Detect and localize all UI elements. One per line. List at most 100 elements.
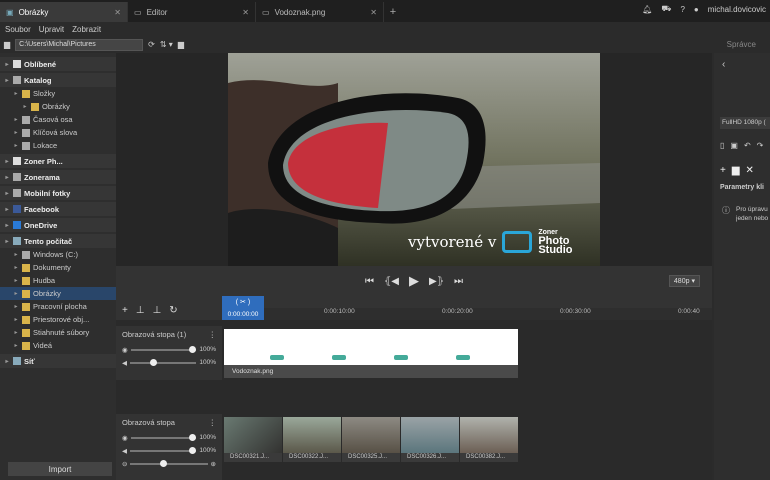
video-clip[interactable]: DSC00326.J... bbox=[401, 417, 459, 462]
expand-arrow-icon[interactable]: ▸ bbox=[13, 90, 19, 97]
tree-item[interactable]: ▸ Facebook bbox=[0, 202, 116, 216]
tree-item[interactable]: ▸ OneDrive bbox=[0, 218, 116, 232]
folder-icon[interactable]: ▆ bbox=[4, 40, 10, 49]
new-folder-icon[interactable]: ▆ bbox=[178, 40, 184, 49]
undo-icon[interactable]: ↶ bbox=[744, 141, 751, 150]
expand-arrow-icon[interactable]: ▸ bbox=[4, 358, 10, 365]
next-frame-icon[interactable]: ▶⦄ bbox=[429, 276, 444, 287]
tab-editor[interactable]: ▭ Editor ✕ bbox=[128, 2, 256, 22]
manager-label[interactable]: Správce bbox=[727, 40, 756, 49]
cart-icon[interactable]: ⛟ bbox=[661, 4, 671, 14]
expand-arrow-icon[interactable]: ▸ bbox=[13, 303, 19, 310]
tree-item[interactable]: ▸ Obrázky bbox=[0, 100, 116, 113]
sort-icon[interactable]: ⇅ ▾ bbox=[160, 40, 173, 49]
expand-arrow-icon[interactable]: ▸ bbox=[4, 174, 10, 181]
back-icon[interactable]: ‹ bbox=[722, 59, 725, 70]
new-tab-button[interactable]: + bbox=[384, 2, 402, 22]
split-icon[interactable]: ⊥ bbox=[136, 305, 145, 316]
tree-item[interactable]: ▸ Dokumenty bbox=[0, 261, 116, 274]
menu-zobrazit[interactable]: Zobrazit bbox=[72, 25, 101, 34]
opacity-slider[interactable]: ◉ 100% bbox=[116, 431, 222, 444]
remove-icon[interactable]: ✕ bbox=[746, 165, 754, 176]
tree-item[interactable]: ▸ Katalog bbox=[0, 73, 116, 87]
preset-select[interactable]: FullHD 1080p ( bbox=[720, 117, 770, 129]
tree-item[interactable]: ▸ Klíčová slova bbox=[0, 126, 116, 139]
tree-item[interactable]: ▸ Složky bbox=[0, 87, 116, 100]
rotate-icon[interactable]: ↻ bbox=[169, 305, 177, 316]
skip-start-icon[interactable]: ⏮ bbox=[365, 276, 374, 287]
tree-item[interactable]: ▸ Zonerama bbox=[0, 170, 116, 184]
prev-frame-icon[interactable]: ⦃◀ bbox=[384, 276, 399, 287]
zoom-out-icon[interactable]: ⊖ bbox=[122, 460, 127, 468]
help-icon[interactable]: ? bbox=[680, 5, 684, 14]
add-icon[interactable]: + bbox=[720, 165, 726, 176]
expand-arrow-icon[interactable]: ▸ bbox=[4, 238, 10, 245]
more-icon[interactable]: ⋮ bbox=[209, 330, 217, 339]
video-clip[interactable]: DSC00382.J... bbox=[460, 417, 518, 462]
user-icon[interactable]: ● bbox=[694, 5, 699, 14]
resolution-select[interactable]: 480p ▾ bbox=[668, 275, 700, 287]
trim-icon[interactable]: ⊥ bbox=[153, 305, 162, 316]
opacity-slider[interactable]: ◉ 100% bbox=[116, 343, 222, 356]
more-icon[interactable]: ⋮ bbox=[209, 418, 217, 427]
tree-item[interactable]: ▸ Stiahnuté súbory bbox=[0, 326, 116, 339]
expand-arrow-icon[interactable]: ▸ bbox=[4, 77, 10, 84]
tree-item[interactable]: ▸ Oblíbené bbox=[0, 57, 116, 71]
import-button[interactable]: Import bbox=[8, 462, 112, 476]
tab-obrazky[interactable]: ▣ Obrázky ✕ bbox=[0, 2, 128, 22]
zoom-slider[interactable]: ⊖ ⊕ bbox=[116, 457, 222, 470]
refresh-icon[interactable]: ⟳ bbox=[148, 40, 155, 49]
path-input[interactable]: C:\Users\Michal\Pictures bbox=[15, 38, 144, 51]
tree-item[interactable]: ▸ Síť bbox=[0, 354, 116, 368]
video-clip[interactable]: DSC00322.J... bbox=[283, 417, 341, 462]
tree-item[interactable]: ▸ Časová osa bbox=[0, 113, 116, 126]
expand-arrow-icon[interactable]: ▸ bbox=[13, 129, 19, 136]
menu-soubor[interactable]: Soubor bbox=[5, 25, 31, 34]
video-clip[interactable]: DSC00325.J... bbox=[342, 417, 400, 462]
scissors-icon[interactable]: ( ✂ ) bbox=[236, 298, 250, 306]
expand-arrow-icon[interactable]: ▸ bbox=[13, 329, 19, 336]
expand-arrow-icon[interactable]: ▸ bbox=[22, 103, 28, 110]
expand-arrow-icon[interactable]: ▸ bbox=[13, 251, 19, 258]
zoom-in-icon[interactable]: ⊕ bbox=[211, 460, 216, 468]
volume-slider[interactable]: ◀ 100% bbox=[116, 356, 222, 369]
menu-upravit[interactable]: Upravit bbox=[39, 25, 64, 34]
expand-arrow-icon[interactable]: ▸ bbox=[13, 316, 19, 323]
video-clip[interactable]: DSC00321.J... bbox=[224, 417, 282, 462]
watermark-clip[interactable] bbox=[224, 329, 518, 365]
expand-arrow-icon[interactable]: ▸ bbox=[4, 158, 10, 165]
tab-vodoznak[interactable]: ▭ Vodoznak.png ✕ bbox=[256, 2, 384, 22]
tree-item[interactable]: ▸ Zoner Ph... bbox=[0, 154, 116, 168]
volume-slider[interactable]: ◀ 100% bbox=[116, 444, 222, 457]
expand-arrow-icon[interactable]: ▸ bbox=[4, 61, 10, 68]
tree-item[interactable]: ▸ Obrázky bbox=[0, 287, 116, 300]
redo-icon[interactable]: ↷ bbox=[757, 141, 764, 150]
tree-item[interactable]: ▸ Pracovní plocha bbox=[0, 300, 116, 313]
expand-arrow-icon[interactable]: ▸ bbox=[4, 222, 10, 229]
user-name[interactable]: michal.dovicovic bbox=[708, 5, 766, 14]
expand-arrow-icon[interactable]: ▸ bbox=[13, 342, 19, 349]
expand-arrow-icon[interactable]: ▸ bbox=[4, 190, 10, 197]
skip-end-icon[interactable]: ⏭ bbox=[454, 276, 463, 287]
tree-item[interactable]: ▸ Windows (C:) bbox=[0, 248, 116, 261]
add-icon[interactable]: + bbox=[122, 305, 128, 316]
tree-item[interactable]: ▸ Lokace bbox=[0, 139, 116, 152]
tree-item[interactable]: ▸ Tento počítač bbox=[0, 234, 116, 248]
expand-arrow-icon[interactable]: ▸ bbox=[13, 142, 19, 149]
export-icon[interactable]: ▯ bbox=[720, 141, 724, 150]
expand-arrow-icon[interactable]: ▸ bbox=[13, 290, 19, 297]
tree-item[interactable]: ▸ Hudba bbox=[0, 274, 116, 287]
tree-item[interactable]: ▸ Priestorové obj... bbox=[0, 313, 116, 326]
tree-item[interactable]: ▸ Mobilní fotky bbox=[0, 186, 116, 200]
folder-add-icon[interactable]: ▆ bbox=[732, 165, 740, 176]
expand-arrow-icon[interactable]: ▸ bbox=[13, 116, 19, 123]
tree-item[interactable]: ▸ Videá bbox=[0, 339, 116, 352]
playhead[interactable]: ( ✂ ) 0:00:00:00 bbox=[222, 296, 264, 320]
save-icon[interactable]: ▣ bbox=[730, 141, 738, 150]
expand-arrow-icon[interactable]: ▸ bbox=[13, 264, 19, 271]
play-icon[interactable]: ▶ bbox=[409, 273, 419, 289]
close-icon[interactable]: ✕ bbox=[370, 8, 377, 17]
bell-icon[interactable]: 🔔︎ bbox=[642, 5, 652, 14]
close-icon[interactable]: ✕ bbox=[114, 8, 121, 17]
expand-arrow-icon[interactable]: ▸ bbox=[13, 277, 19, 284]
